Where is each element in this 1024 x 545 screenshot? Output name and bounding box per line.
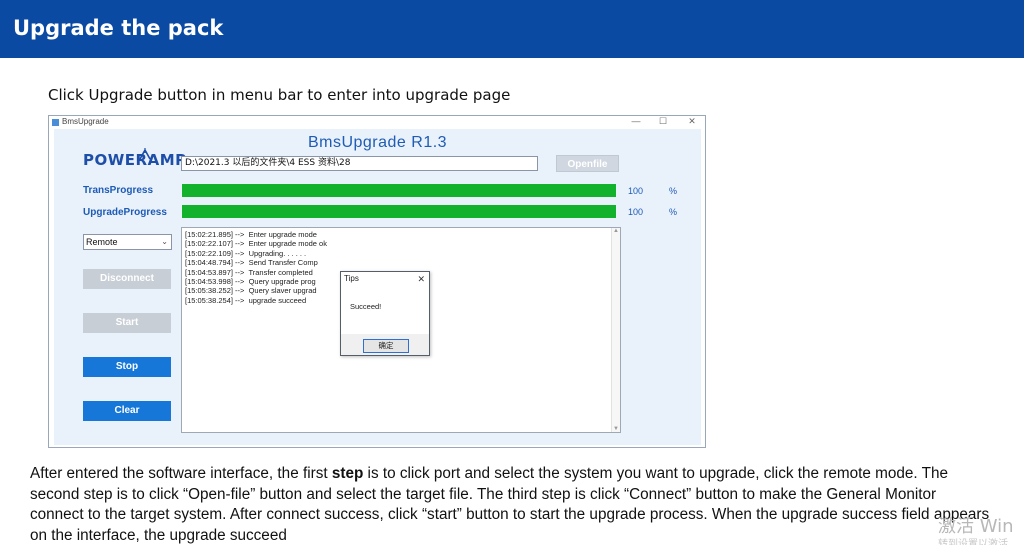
- file-path-input[interactable]: D:\2021.3 以后的文件夹\4 ESS 资料\28: [181, 156, 538, 171]
- mode-select[interactable]: Remote ⌄: [83, 234, 172, 250]
- dialog-body: Succeed!: [341, 286, 429, 334]
- upgrade-progress-bar: [182, 205, 616, 218]
- stop-button[interactable]: Stop: [83, 357, 171, 377]
- clear-button[interactable]: Clear: [83, 401, 171, 421]
- app-icon: [52, 119, 59, 126]
- openfile-button[interactable]: Openfile: [556, 155, 619, 172]
- logo-signal-icon: [139, 148, 151, 160]
- dialog-close-icon[interactable]: ✕: [417, 272, 425, 286]
- description-text: After entered the software interface, th…: [30, 464, 990, 545]
- activation-watermark-sub: 转到设置以激活: [938, 539, 1008, 545]
- disconnect-button[interactable]: Disconnect: [83, 269, 171, 289]
- trans-progress-label: TransProgress: [83, 185, 154, 196]
- close-icon[interactable]: ✕: [685, 116, 699, 127]
- poweramp-logo: POWERAMP: [83, 151, 187, 169]
- chevron-down-icon: ⌄: [161, 237, 168, 246]
- start-button[interactable]: Start: [83, 313, 171, 333]
- minimize-icon[interactable]: —: [629, 116, 643, 126]
- description-part1: After entered the software interface, th…: [30, 465, 332, 482]
- trans-progress-fill: [182, 184, 616, 197]
- dialog-ok-button[interactable]: 确定: [363, 339, 409, 353]
- upgrade-progress-value: 100: [628, 207, 644, 217]
- upgrade-progress-unit: %: [669, 207, 678, 217]
- upgrade-progress-fill: [182, 205, 616, 218]
- window-title: BmsUpgrade: [62, 117, 109, 126]
- upgrade-progress-label: UpgradeProgress: [83, 207, 167, 218]
- maximize-icon[interactable]: ☐: [656, 116, 670, 127]
- window-client-area: BmsUpgrade R1.3 POWERAMP D:\2021.3 以后的文件…: [54, 129, 701, 445]
- trans-progress-bar: [182, 184, 616, 197]
- slide-title: Upgrade the pack: [13, 16, 224, 40]
- log-scrollbar[interactable]: ▲ ▼: [611, 228, 620, 432]
- trans-progress-value: 100: [628, 186, 644, 196]
- scroll-up-icon[interactable]: ▲: [612, 228, 620, 234]
- intro-text: Click Upgrade button in menu bar to ente…: [48, 86, 511, 104]
- log-text: [15:02:21.895] --> Enter upgrade mode [1…: [185, 230, 327, 305]
- dialog-message: Succeed!: [350, 302, 382, 311]
- tips-dialog: Tips ✕ Succeed! 确定: [340, 271, 430, 356]
- slide: Upgrade the pack Click Upgrade button in…: [0, 0, 1024, 545]
- scroll-down-icon[interactable]: ▼: [612, 426, 620, 432]
- bms-upgrade-window: BmsUpgrade — ☐ ✕ BmsUpgrade R1.3 POWERAM…: [48, 115, 706, 448]
- header-bar: Upgrade the pack: [0, 0, 1024, 58]
- dialog-title: Tips ✕: [341, 272, 429, 286]
- dialog-title-text: Tips: [344, 274, 359, 283]
- window-titlebar: BmsUpgrade — ☐ ✕: [49, 116, 705, 129]
- description-bold: step: [331, 465, 364, 482]
- trans-progress-unit: %: [669, 186, 678, 196]
- mode-selected-value: Remote: [86, 237, 118, 247]
